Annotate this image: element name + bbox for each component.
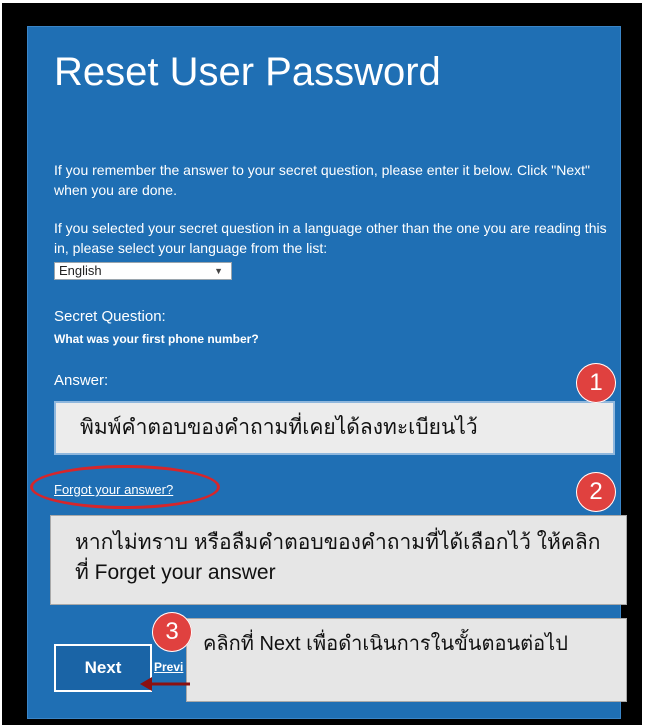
page-title: Reset User Password	[54, 50, 441, 94]
secret-question-label: Secret Question:	[54, 308, 166, 325]
reset-password-panel	[27, 26, 621, 719]
previous-link[interactable]: Previ	[154, 660, 186, 674]
chevron-down-icon: ▼	[214, 266, 223, 276]
step-badge-3: 3	[152, 612, 192, 652]
answer-label: Answer:	[54, 372, 109, 389]
forgot-answer-link[interactable]: Forgot your answer?	[54, 482, 173, 497]
answer-field[interactable]: พิมพ์คำตอบของคำถามที่เคยได้ลงทะเบียนไว้	[54, 401, 615, 455]
step-badge-2: 2	[576, 472, 616, 512]
language-select-value: English	[59, 263, 102, 278]
language-instructions: If you selected your secret question in …	[54, 220, 607, 256]
callout-next: คลิกที่ Next เพื่อดำเนินการในขั้นตอนต่อไ…	[186, 618, 627, 702]
language-select[interactable]: English ▼	[54, 262, 232, 280]
pointer-arrow-icon	[140, 677, 190, 691]
intro-text: If you remember the answer to your secre…	[54, 162, 590, 198]
callout-forgot-answer: หากไม่ทราบ หรือลืมคำตอบของคำถามที่ได้เลื…	[50, 515, 627, 605]
secret-question-text: What was your first phone number?	[54, 332, 259, 346]
step-badge-1: 1	[576, 363, 616, 403]
